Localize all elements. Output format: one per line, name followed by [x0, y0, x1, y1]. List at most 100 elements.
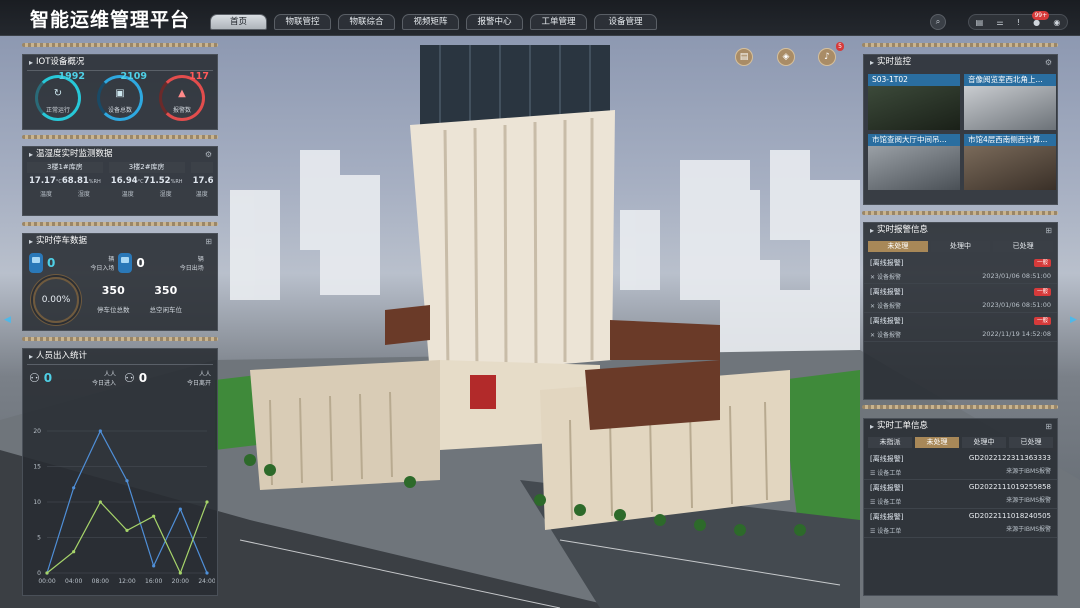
data-point: [152, 514, 156, 518]
room-card[interactable]: 3楼2#库房 16.94°C 71.52%RH 温度 湿度: [108, 162, 185, 198]
alarm-name: [离线报警]: [870, 259, 904, 267]
people-in-unit: 人人: [103, 371, 116, 378]
right-arrow-icon[interactable]: ▶: [1070, 315, 1077, 325]
ticket-row[interactable]: [离线报警] ☰ 设备工单 GD2022111019255858 来源于IBMS报警: [864, 480, 1057, 509]
alarm-source: 设备报警: [876, 332, 901, 339]
temp-label: 温度: [39, 191, 52, 198]
alarm-tab-processing[interactable]: 处理中: [930, 241, 991, 252]
room-name: [190, 162, 213, 173]
tab-alarm-center[interactable]: 报警中心: [466, 14, 523, 30]
temp-value: 16.94: [110, 176, 138, 186]
ticket-tab-unassigned[interactable]: 未指派: [868, 437, 912, 448]
expand-icon[interactable]: ⊞: [1045, 223, 1052, 238]
car-icon: [118, 253, 133, 273]
alarm-time: 2023/01/06 08:51:00: [982, 301, 1051, 309]
alarm-tab-unhandled[interactable]: 未处理: [868, 241, 928, 252]
bullet-icon: ▸: [29, 58, 34, 67]
alarm-level-badge: 一般: [1033, 317, 1051, 325]
layers-icon[interactable]: ▤: [735, 48, 753, 66]
parking-rate: 0.00%: [33, 277, 79, 323]
bullet-icon: ▸: [29, 237, 34, 246]
ticket-title: 实时工单信息: [877, 421, 929, 431]
camera-feed: [868, 146, 960, 190]
x-tick-label: 12:00: [118, 578, 135, 585]
y-tick-label: 5: [37, 535, 41, 542]
divider: [22, 43, 218, 47]
temperature-panel: ▸ 温湿度实时监测数据 ⚙ 3楼1#库房 17.17°C 68.81%RH 温度 湿度 …: [22, 146, 218, 216]
ticket-origin: 来源于IBMS报警: [1006, 526, 1051, 533]
tab-home[interactable]: 首页: [210, 14, 267, 30]
monitor-panel: ▸ 实时监控 ⚙ S03-1T02 音像阅览室西北角上... 市馆查阅大厅中间吊..…: [863, 54, 1058, 205]
ticket-row[interactable]: [离线报警] ☰ 设备工单 GD2022111018240505 来源于IBMS报警: [864, 509, 1057, 538]
camera-tile[interactable]: 市馆4层西南侧西计算...: [964, 134, 1056, 190]
bell-icon[interactable]: ♪ 5: [818, 42, 844, 66]
ticket-code: GD2022122311363333: [968, 454, 1051, 462]
people-in-label: 今日进入: [91, 380, 116, 387]
lamp-icon[interactable]: !: [1017, 18, 1020, 27]
data-point: [152, 564, 156, 568]
parking-free: 350: [154, 284, 178, 297]
ticket-tab-handled[interactable]: 已处理: [1009, 437, 1053, 448]
temp-label: 温度: [195, 191, 208, 198]
iot-title: IOT设备概况: [36, 57, 85, 67]
refresh-icon: ↻: [53, 88, 63, 99]
expand-icon[interactable]: ⊞: [1045, 419, 1052, 434]
notification-badge: 99+: [1032, 10, 1050, 20]
app-title: 智能运维管理平台: [30, 9, 191, 31]
alarm-tab-handled[interactable]: 已处理: [993, 241, 1054, 252]
settings-sliders-icon[interactable]: ⚌: [996, 18, 1003, 27]
left-arrow-icon[interactable]: ◀: [4, 315, 11, 325]
parking-free-label: 总空闲车位: [149, 306, 183, 314]
top-tools: ▤ ⚌ ! ● 99+ ◉: [968, 10, 1068, 30]
top-search: ⌕: [930, 14, 946, 30]
notification-icon[interactable]: ● 99+: [1032, 10, 1050, 27]
gauge-total[interactable]: ▣ 2109 设备总数: [97, 71, 147, 121]
dashboard-root: { "app": {"title": "智能运维管理平台"}, "nav": {…: [0, 0, 1080, 608]
tab-iot-control[interactable]: 物联管控: [274, 14, 331, 30]
hum-value: 71.52: [143, 176, 171, 186]
tab-device-mgmt[interactable]: 设备管理: [594, 14, 657, 30]
alarm-row[interactable]: [离线报警] ✕ 设备报警 一般 2022/11/19 14:52:08: [864, 313, 1057, 342]
parking-out-label: 今日出场: [179, 265, 204, 272]
alarm-title: 实时报警信息: [877, 225, 929, 235]
divider: [22, 337, 218, 341]
hum-unit: %RH: [88, 179, 101, 185]
alarm-row[interactable]: [离线报警] ✕ 设备报警 一般 2023/01/06 08:51:00: [864, 284, 1057, 313]
ticket-tab-processing[interactable]: 处理中: [962, 437, 1006, 448]
camera-tile[interactable]: 音像阅览室西北角上...: [964, 74, 1056, 130]
ticket-source: 设备工单: [877, 528, 902, 535]
camera-tile[interactable]: 市馆查阅大厅中间吊...: [868, 134, 960, 190]
people-in-icon: ⚇: [29, 371, 40, 385]
gauge-normal[interactable]: ↻ 1992 正常运行: [35, 71, 85, 121]
alarm-time: 2022/11/19 14:52:08: [982, 330, 1051, 338]
divider: [862, 43, 1058, 47]
x-tick-label: 16:00: [145, 578, 162, 585]
top-bar: 智能运维管理平台 首页 物联管控 物联综合 视频矩阵 报警中心 工单管理 设备管…: [0, 0, 1080, 36]
camera-tile[interactable]: S03-1T02: [868, 74, 960, 130]
gauge-alarm[interactable]: ▲ 117 报警数: [159, 71, 209, 121]
ticket-row[interactable]: [离线报警] ☰ 设备工单 GD2022122311363333 来源于IBMS报警: [864, 451, 1057, 480]
data-point: [125, 479, 129, 483]
room-card[interactable]: 17.6 温度: [190, 162, 213, 198]
document-icon[interactable]: ▤: [976, 18, 984, 27]
user-icon[interactable]: ◉: [1053, 18, 1060, 27]
search-icon[interactable]: ⌕: [930, 14, 946, 30]
camera-name: 市馆4层西南侧西计算...: [964, 134, 1056, 146]
ticket-tab-unhandled[interactable]: 未处理: [915, 437, 959, 448]
gear-icon[interactable]: ⚙: [205, 147, 212, 162]
cube-icon[interactable]: ◈: [777, 48, 795, 66]
hum-value: 68.81: [61, 176, 89, 186]
room-card[interactable]: 3楼1#库房 17.17°C 68.81%RH 温度 湿度: [27, 162, 103, 198]
alarm-level-badge: 一般: [1033, 259, 1051, 267]
expand-icon[interactable]: ⊞: [205, 234, 212, 249]
y-tick-label: 20: [33, 428, 41, 435]
tab-iot-overview[interactable]: 物联综合: [338, 14, 395, 30]
gear-icon[interactable]: ⚙: [1045, 55, 1052, 70]
alarm-source: 设备报警: [876, 274, 901, 281]
bullet-icon: ▸: [870, 226, 875, 235]
x-tick-label: 04:00: [65, 578, 82, 585]
tab-video-matrix[interactable]: 视频矩阵: [402, 14, 459, 30]
alarm-row[interactable]: [离线报警] ✕ 设备报警 一般 2023/01/06 08:51:00: [864, 255, 1057, 284]
tab-ticket-mgmt[interactable]: 工单管理: [530, 14, 587, 30]
people-panel: ▸ 人员出入统计 ⚇ 0 人人 今日进入 ⚇ 0 人人 今日离开 0 5 10 15 20 00…: [22, 348, 218, 596]
